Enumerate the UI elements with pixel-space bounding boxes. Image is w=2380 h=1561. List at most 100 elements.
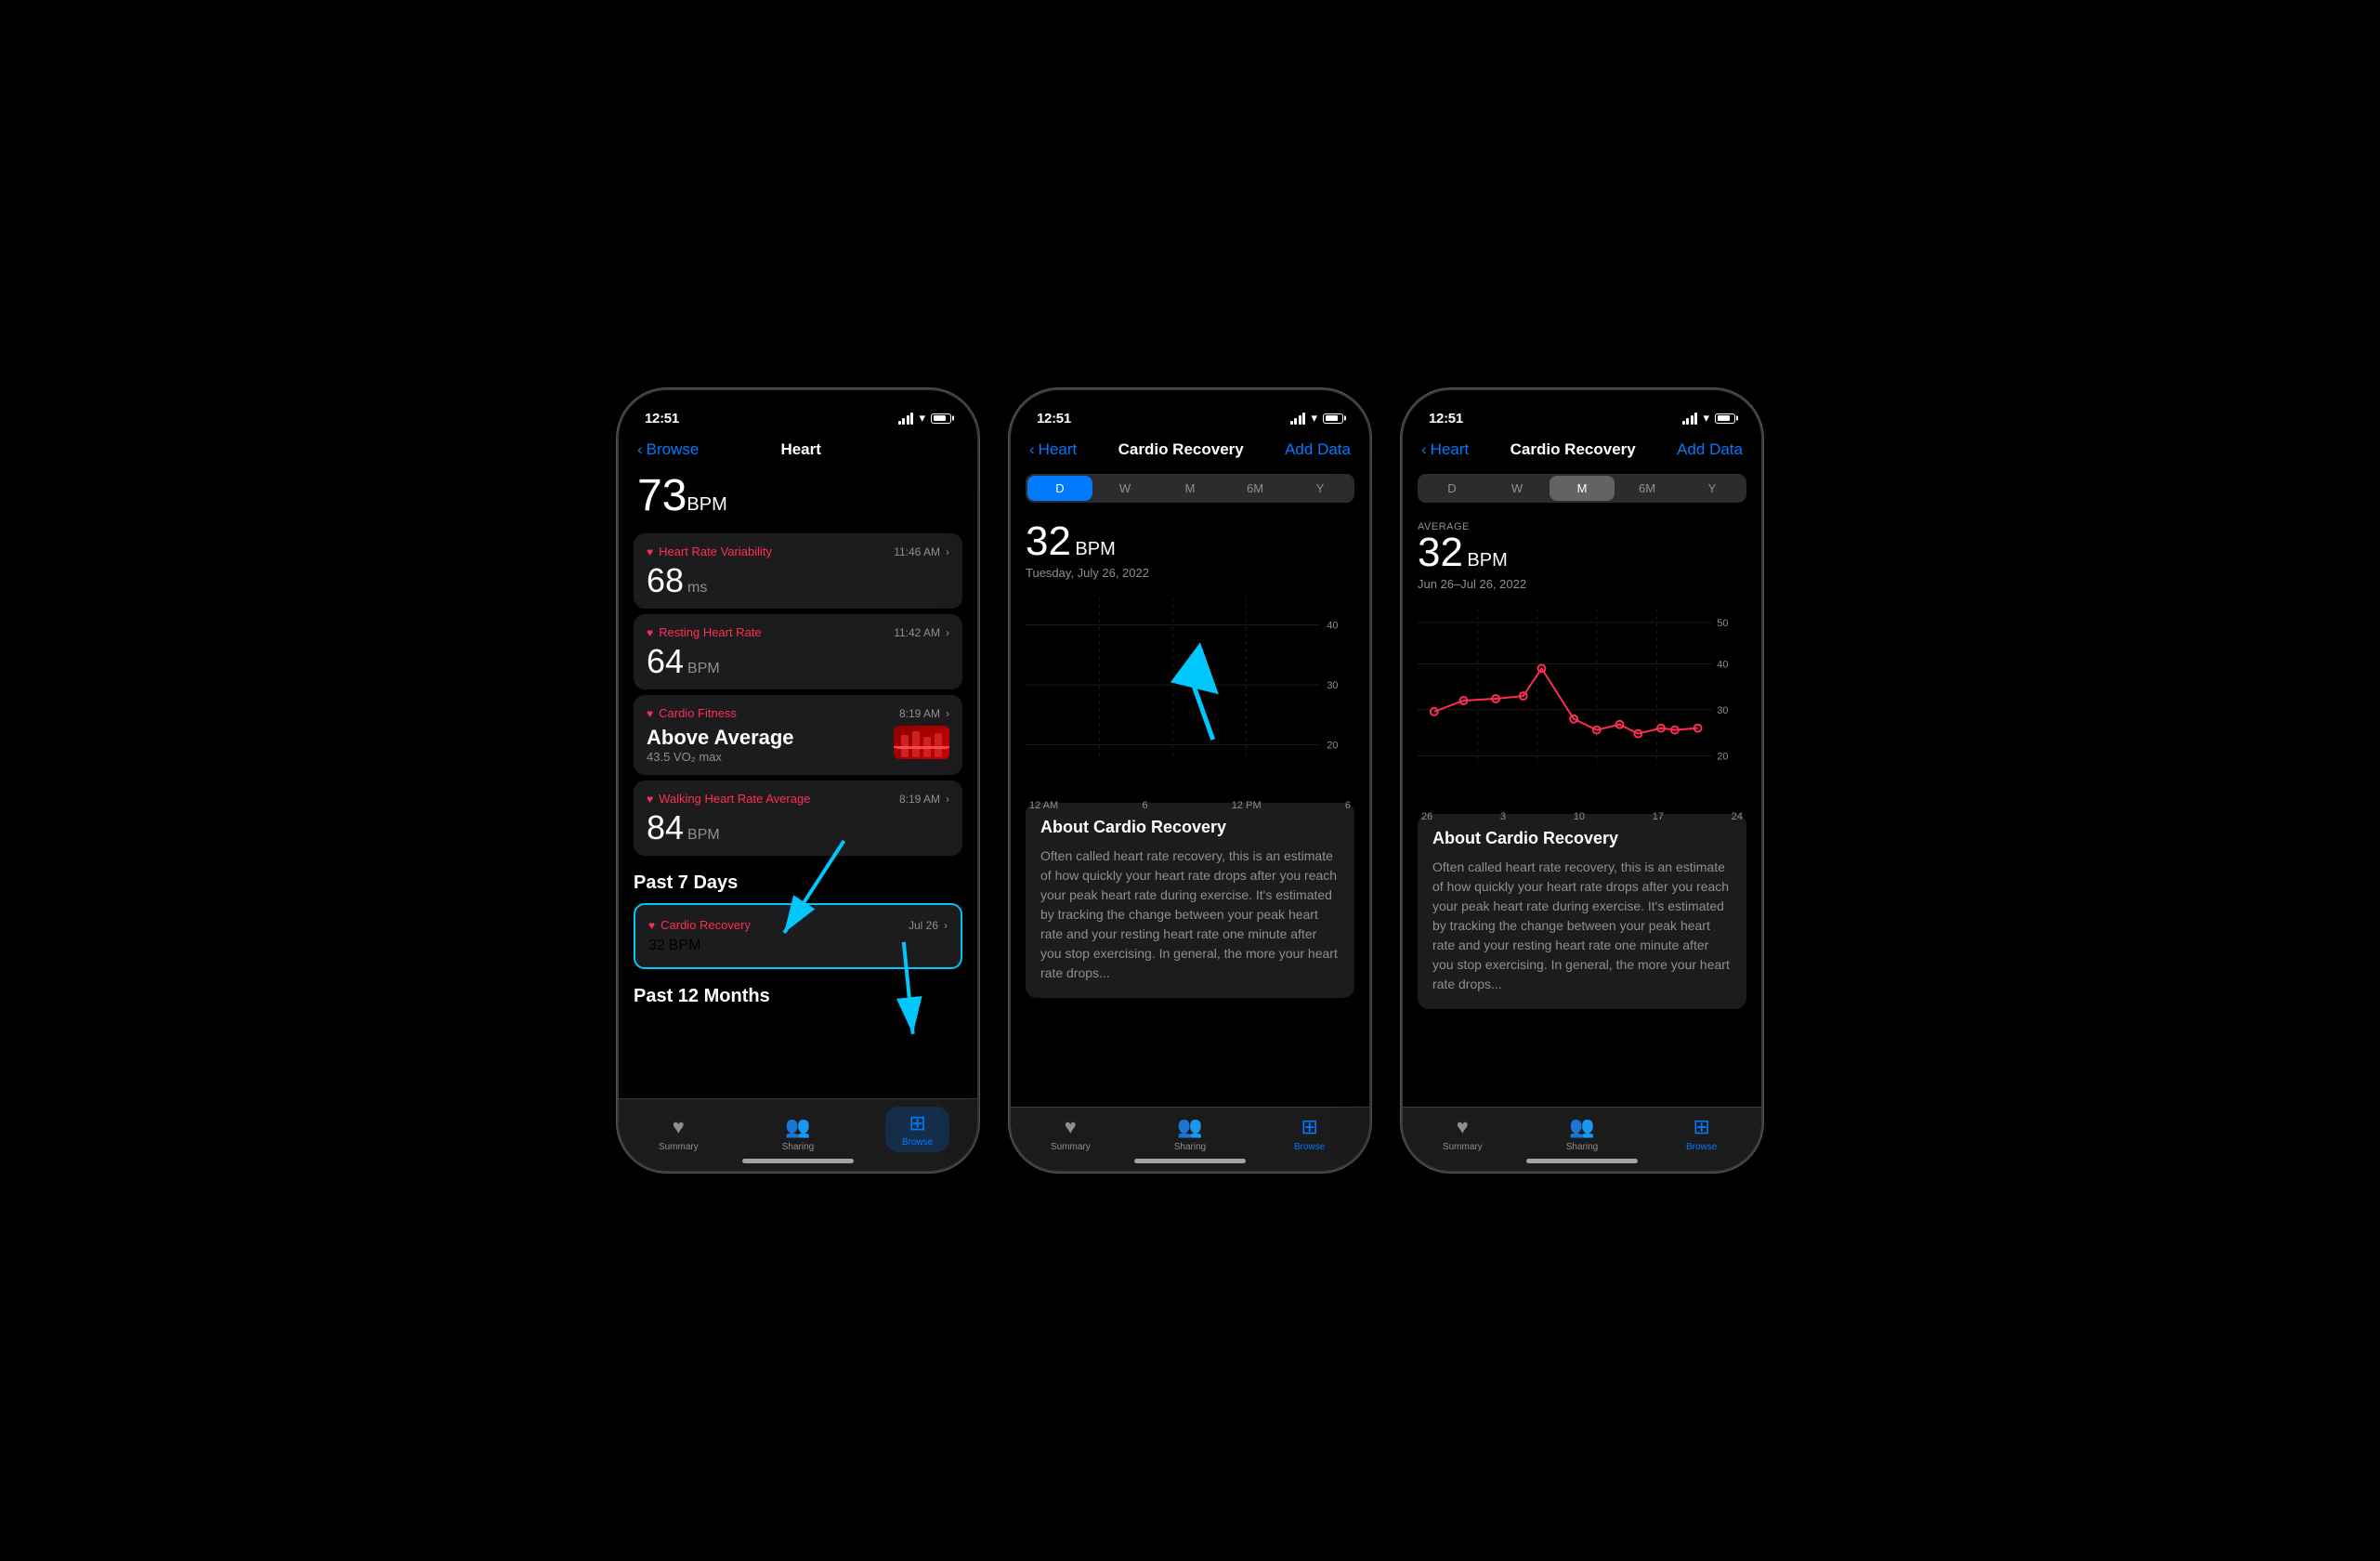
heart-icon-cr: ♥ <box>648 919 655 932</box>
browse-label-3: Browse <box>1686 1142 1717 1152</box>
tab-browse-3[interactable]: ⊞ Browse <box>1641 1115 1761 1152</box>
sharing-label-1: Sharing <box>782 1142 814 1152</box>
time-opt-m-2[interactable]: M <box>1157 476 1223 501</box>
chart-unit-2: BPM <box>1075 539 1115 559</box>
fitness-unit: 43.5 VO₂ max <box>647 750 794 764</box>
browse-icon-1: ⊞ <box>909 1111 925 1135</box>
rhr-chevron: › <box>946 626 949 639</box>
back-label-1: Browse <box>647 440 700 459</box>
chart-svg-3: 50 40 30 20 <box>1418 598 1746 803</box>
wifi-icon-3: ▾ <box>1703 411 1709 426</box>
top-big-num: 73 <box>637 471 687 520</box>
battery-icon <box>931 413 951 424</box>
back-button-2[interactable]: ‹ Heart <box>1029 440 1077 459</box>
add-data-btn-2[interactable]: Add Data <box>1285 440 1351 459</box>
x3-label-4: 24 <box>1732 811 1743 822</box>
phone-2: 12:51 ▾ ‹ Heart Cardio Recovery <box>1009 388 1371 1173</box>
whr-title: Walking Heart Rate Average <box>659 792 810 806</box>
rhr-value: 64 <box>647 645 684 678</box>
page-title-2: Cardio Recovery <box>1118 440 1244 459</box>
time-opt-d-2[interactable]: D <box>1027 476 1092 501</box>
sharing-label-2: Sharing <box>1174 1142 1206 1152</box>
fitness-card[interactable]: ♥ Cardio Fitness 8:19 AM › Above Average… <box>634 695 962 775</box>
about-title-2: About Cardio Recovery <box>1040 818 1340 837</box>
browse-label-1: Browse <box>902 1137 933 1148</box>
hrv-unit: ms <box>687 580 707 597</box>
tab-summary-2[interactable]: ♥ Summary <box>1011 1115 1131 1152</box>
status-bar-2: 12:51 ▾ <box>1011 390 1369 437</box>
summary-icon-2: ♥ <box>1065 1115 1077 1139</box>
phone-3: 12:51 ▾ ‹ Heart Cardio Recovery <box>1401 388 1763 1173</box>
sharing-icon-2: 👥 <box>1177 1115 1202 1139</box>
back-button-1[interactable]: ‹ Browse <box>637 440 699 459</box>
chevron-left-icon-3: ‹ <box>1421 440 1427 459</box>
fitness-chevron: › <box>946 707 949 720</box>
browse-icon-2: ⊞ <box>1301 1115 1317 1139</box>
chart-date-2: Tuesday, July 26, 2022 <box>1026 566 1354 580</box>
nav-bar-2: ‹ Heart Cardio Recovery Add Data <box>1011 437 1369 466</box>
back-button-3[interactable]: ‹ Heart <box>1421 440 1469 459</box>
summary-label-1: Summary <box>659 1142 699 1152</box>
add-data-btn-3[interactable]: Add Data <box>1677 440 1743 459</box>
time-opt-6m-2[interactable]: 6M <box>1223 476 1288 501</box>
tab-summary-3[interactable]: ♥ Summary <box>1403 1115 1523 1152</box>
hrv-title: Heart Rate Variability <box>659 544 772 558</box>
status-icons-2: ▾ <box>1290 411 1343 426</box>
summary-label-3: Summary <box>1443 1142 1483 1152</box>
summary-label-2: Summary <box>1051 1142 1091 1152</box>
x3-label-3: 17 <box>1653 811 1664 822</box>
x3-label-2: 10 <box>1574 811 1585 822</box>
walking-hr-card[interactable]: ♥ Walking Heart Rate Average 8:19 AM › 8… <box>634 780 962 856</box>
about-text-3: Often called heart rate recovery, this i… <box>1432 858 1732 994</box>
rhr-card[interactable]: ♥ Resting Heart Rate 11:42 AM › 64 BPM <box>634 614 962 689</box>
tab-browse-2[interactable]: ⊞ Browse <box>1249 1115 1369 1152</box>
svg-text:20: 20 <box>1717 751 1728 762</box>
time-opt-w-2[interactable]: W <box>1092 476 1157 501</box>
home-indicator-1 <box>742 1159 854 1163</box>
home-indicator-3 <box>1526 1159 1638 1163</box>
chart-value-2: 32 <box>1026 518 1071 564</box>
time-opt-m-3[interactable]: M <box>1550 476 1615 501</box>
phone-1: 12:51 ▾ ‹ Browse Heart <box>617 388 979 1173</box>
battery-icon-2 <box>1323 413 1343 424</box>
about-title-3: About Cardio Recovery <box>1432 829 1732 848</box>
about-section-2: About Cardio Recovery Often called heart… <box>1026 803 1354 998</box>
x-label-2: 12 PM <box>1232 800 1262 811</box>
status-icons-3: ▾ <box>1682 411 1735 426</box>
wifi-icon-2: ▾ <box>1311 411 1317 426</box>
sharing-label-3: Sharing <box>1566 1142 1598 1152</box>
svg-text:30: 30 <box>1717 705 1728 716</box>
whr-unit: BPM <box>687 827 720 844</box>
tab-sharing-1[interactable]: 👥 Sharing <box>739 1115 858 1152</box>
fitness-title: Cardio Fitness <box>659 706 737 720</box>
time-opt-y-2[interactable]: Y <box>1288 476 1353 501</box>
time-opt-y-3[interactable]: Y <box>1680 476 1745 501</box>
tab-summary-1[interactable]: ♥ Summary <box>619 1115 739 1152</box>
rhr-time: 11:42 AM <box>894 626 940 639</box>
rhr-title: Resting Heart Rate <box>659 625 762 639</box>
summary-icon-1: ♥ <box>673 1115 685 1139</box>
signal-icon-3 <box>1682 413 1698 425</box>
tab-browse-1[interactable]: ⊞ Browse <box>857 1107 977 1152</box>
time-opt-6m-3[interactable]: 6M <box>1615 476 1680 501</box>
time-opt-w-3[interactable]: W <box>1484 476 1550 501</box>
time-picker-2: D W M 6M Y <box>1026 474 1354 503</box>
cardio-recovery-card[interactable]: ♥ Cardio Recovery Jul 26 › 32 BPM <box>634 903 962 969</box>
svg-text:40: 40 <box>1717 659 1728 670</box>
fitness-value: Above Average <box>647 726 794 750</box>
rhr-unit: BPM <box>687 661 720 677</box>
x-label-3: 6 <box>1345 800 1351 811</box>
battery-icon-3 <box>1715 413 1735 424</box>
cr-value: 32 <box>648 938 665 954</box>
hrv-card[interactable]: ♥ Heart Rate Variability 11:46 AM › 68 m… <box>634 533 962 609</box>
heart-icon-fitness: ♥ <box>647 707 653 720</box>
time-opt-d-3[interactable]: D <box>1419 476 1484 501</box>
back-label-3: Heart <box>1431 440 1470 459</box>
heart-icon-hrv: ♥ <box>647 545 653 558</box>
tab-sharing-2[interactable]: 👥 Sharing <box>1131 1115 1250 1152</box>
svg-text:50: 50 <box>1717 618 1728 629</box>
tab-sharing-3[interactable]: 👥 Sharing <box>1523 1115 1642 1152</box>
cr-unit: BPM <box>669 938 701 954</box>
hrv-chevron: › <box>946 545 949 558</box>
chart-section-3: AVERAGE 32 BPM Jun 26–Jul 26, 2022 50 40… <box>1403 510 1761 803</box>
